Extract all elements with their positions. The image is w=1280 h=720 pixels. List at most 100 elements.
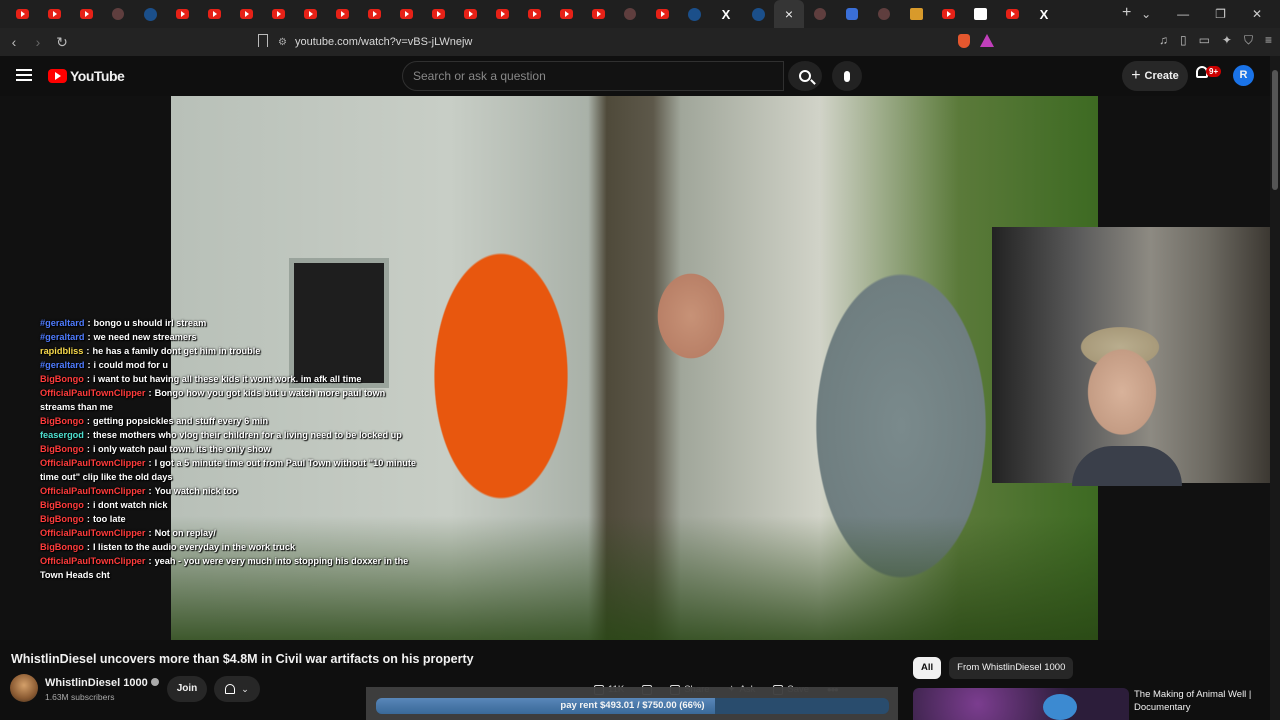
- browser-tab[interactable]: [262, 0, 294, 28]
- filter-chip[interactable]: From WhistlinDiesel 1000: [949, 657, 1074, 679]
- browser-tab[interactable]: [550, 0, 582, 28]
- chat-separator: :: [86, 542, 90, 552]
- menu-icon[interactable]: ≡: [1265, 33, 1272, 48]
- address-bar[interactable]: ⚙ youtube.com/watch?v=vBS-jLWnejw: [278, 31, 998, 53]
- browser-tab[interactable]: [166, 0, 198, 28]
- youtube-icon: [175, 9, 189, 19]
- youtube-logo[interactable]: YouTube: [48, 68, 125, 84]
- tab-search-button[interactable]: ⌄: [1141, 7, 1151, 21]
- chat-separator: :: [148, 458, 152, 468]
- browser-tab[interactable]: [294, 0, 326, 28]
- recommended-video-thumbnail[interactable]: [913, 688, 1129, 720]
- page-scrollbar[interactable]: [1270, 56, 1280, 720]
- bookmark-icon[interactable]: [258, 34, 268, 47]
- browser-tab[interactable]: [900, 0, 932, 28]
- browser-tab[interactable]: [996, 0, 1028, 28]
- chat-separator: :: [148, 486, 152, 496]
- chat-overlay: #geraltard: bongo u should irl stream #ger…: [40, 316, 420, 582]
- browser-tab[interactable]: [614, 0, 646, 28]
- steam-icon: [143, 7, 157, 21]
- chat-separator: :: [87, 318, 91, 328]
- chat-message: #geraltard: bongo u should irl stream: [40, 316, 420, 330]
- browser-tab[interactable]: [358, 0, 390, 28]
- browser-tab[interactable]: [326, 0, 358, 28]
- browser-tab[interactable]: [422, 0, 454, 28]
- browser-tab[interactable]: ×: [774, 0, 804, 28]
- chat-separator: :: [86, 514, 90, 524]
- back-button[interactable]: ‹: [4, 34, 24, 50]
- subscribe-notifications-button[interactable]: ⌄: [214, 676, 260, 702]
- new-tab-button[interactable]: +: [1122, 4, 1131, 22]
- youtube-icon: [399, 9, 413, 19]
- chat-username: OfficialPaulTownClipper: [40, 458, 146, 468]
- browser-tab[interactable]: [454, 0, 486, 28]
- leo-icon[interactable]: ✦: [1222, 33, 1232, 48]
- browser-tab[interactable]: [836, 0, 868, 28]
- browser-tab[interactable]: [486, 0, 518, 28]
- browser-tab[interactable]: [868, 0, 900, 28]
- brave-rewards-icon[interactable]: [980, 34, 994, 47]
- browser-tab-strip: X × X: [0, 0, 1280, 28]
- brave-shields-icon[interactable]: [958, 34, 970, 48]
- recommended-video-title[interactable]: The Making of Animal Well | Documentary: [1134, 688, 1274, 714]
- minimize-button[interactable]: —: [1177, 7, 1189, 21]
- browser-tab[interactable]: [38, 0, 70, 28]
- reload-button[interactable]: ↻: [52, 34, 72, 51]
- search-input[interactable]: Search or ask a question: [402, 61, 784, 91]
- browser-tab[interactable]: [6, 0, 38, 28]
- browser-tab[interactable]: [102, 0, 134, 28]
- sidebar-icon[interactable]: ▯: [1180, 33, 1187, 48]
- music-icon[interactable]: ♫: [1159, 33, 1168, 48]
- youtube-icon: [495, 9, 509, 19]
- youtube-icon: [559, 9, 573, 19]
- chat-message: BigBongo: too late: [40, 512, 420, 526]
- browser-tab[interactable]: [134, 0, 166, 28]
- browser-tab[interactable]: [646, 0, 678, 28]
- chat-username: rapidbliss: [40, 346, 84, 356]
- browser-tab[interactable]: [804, 0, 836, 28]
- browser-tab[interactable]: [70, 0, 102, 28]
- chat-message: OfficialPaulTownClipper: I got a 5 minute…: [40, 456, 420, 484]
- close-window-button[interactable]: ✕: [1252, 7, 1262, 21]
- chat-text: i want to but having all these kids it w…: [92, 374, 362, 384]
- create-button[interactable]: + Create: [1122, 61, 1188, 91]
- join-button[interactable]: Join: [167, 676, 207, 702]
- x-icon: X: [1039, 6, 1049, 22]
- plus-icon: +: [1131, 67, 1141, 84]
- browser-tab[interactable]: [678, 0, 710, 28]
- site-info-icon[interactable]: ⚙: [278, 37, 287, 48]
- chat-message: BigBongo: getting popsickles and stuff ev…: [40, 414, 420, 428]
- browser-tab[interactable]: X: [1028, 0, 1060, 28]
- browser-tab[interactable]: [390, 0, 422, 28]
- channel-avatar[interactable]: [10, 674, 38, 702]
- browser-tab[interactable]: [932, 0, 964, 28]
- browser-tab[interactable]: [582, 0, 614, 28]
- rent-goal-overlay: pay rent $493.01 / $750.00 (66%): [366, 687, 898, 720]
- forward-button[interactable]: ›: [28, 34, 48, 50]
- hamburger-menu-icon[interactable]: [16, 69, 32, 81]
- chat-message: OfficialPaulTownClipper: You watch nick t…: [40, 484, 420, 498]
- scrollbar-thumb[interactable]: [1272, 70, 1278, 190]
- browser-tab[interactable]: [964, 0, 996, 28]
- browser-tab[interactable]: [742, 0, 774, 28]
- account-avatar[interactable]: R: [1233, 65, 1254, 86]
- toolbar-right-icons: ♫ ▯ ▭ ✦ ⛉ ≡: [1159, 33, 1272, 48]
- chat-username: OfficialPaulTownClipper: [40, 556, 146, 566]
- below-video-area: WhistlinDiesel uncovers more than $4.8M …: [0, 640, 1280, 720]
- browser-tab[interactable]: [198, 0, 230, 28]
- vpn-icon[interactable]: ⛉: [1244, 33, 1253, 48]
- browser-tab[interactable]: [518, 0, 550, 28]
- restore-button[interactable]: ❐: [1215, 7, 1226, 21]
- notification-badge: 9+: [1206, 66, 1222, 77]
- browser-tab[interactable]: [230, 0, 262, 28]
- voice-search-button[interactable]: [832, 61, 862, 91]
- chat-text: we need new streamers: [93, 332, 197, 342]
- search-button[interactable]: [788, 61, 822, 91]
- browser-tab[interactable]: X: [710, 0, 742, 28]
- filter-chip[interactable]: All: [913, 657, 942, 679]
- chat-message: rapidbliss: he has a family dont get him …: [40, 344, 420, 358]
- channel-name[interactable]: WhistlinDiesel 1000: [45, 677, 159, 689]
- chat-message: feasergod: these mothers who vlog their c…: [40, 428, 420, 442]
- youtube-header: YouTube Search or ask a question + Creat…: [0, 56, 1280, 96]
- wallet-icon[interactable]: ▭: [1199, 33, 1210, 48]
